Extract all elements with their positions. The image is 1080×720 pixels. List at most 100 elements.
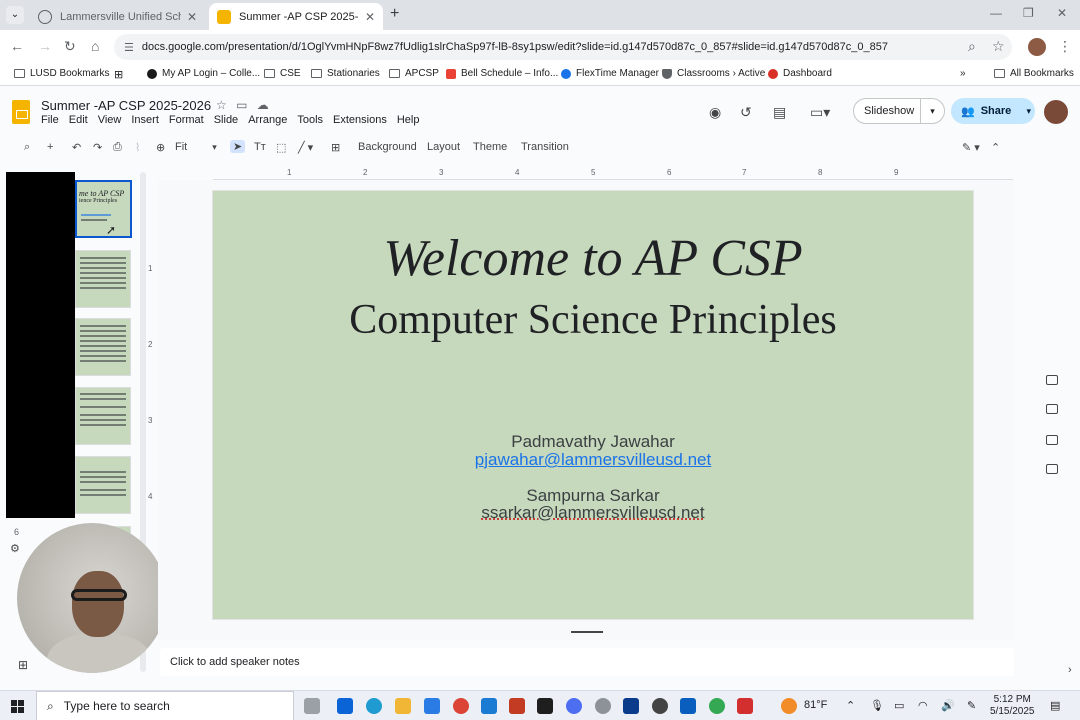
- mail-icon[interactable]: [337, 698, 353, 714]
- drive-folder-icon[interactable]: [1046, 464, 1058, 474]
- transition-button[interactable]: Transition: [521, 141, 569, 153]
- collapse-toolbar-icon[interactable]: ⌃: [991, 141, 1000, 154]
- bookmark-star-icon[interactable]: ☆: [992, 38, 1005, 55]
- forward-icon[interactable]: →: [38, 38, 52, 54]
- meet-icon[interactable]: ▭▾: [810, 104, 830, 121]
- slide-thumbnail-3[interactable]: [75, 318, 131, 376]
- image-icon[interactable]: ⬚: [276, 141, 286, 154]
- menu-tools[interactable]: Tools: [297, 114, 323, 126]
- bookmark-lusd[interactable]: LUSD Bookmarks: [14, 68, 109, 79]
- zoom-icon[interactable]: ⊕: [156, 141, 165, 154]
- bookmark-dashboard[interactable]: Dashboard: [768, 68, 832, 79]
- document-title[interactable]: Summer -AP CSP 2025-2026: [41, 98, 211, 113]
- share-button[interactable]: 👥 Share ▾: [951, 98, 1035, 124]
- menu-extensions[interactable]: Extensions: [333, 114, 387, 126]
- edge-icon[interactable]: [366, 698, 382, 714]
- taskbar-clock[interactable]: 5:12 PM 5/15/2025: [990, 694, 1035, 718]
- undo-icon[interactable]: ↶: [72, 141, 81, 154]
- recorder-icon[interactable]: [652, 698, 668, 714]
- present-mode-icon[interactable]: ◉: [709, 104, 721, 121]
- window-close-icon[interactable]: ✕: [1057, 6, 1067, 20]
- pen-mode-icon[interactable]: ✎ ▾: [962, 141, 980, 154]
- menu-view[interactable]: View: [98, 114, 122, 126]
- volume-icon[interactable]: 🔊: [941, 699, 955, 712]
- bookmark-classrooms[interactable]: Classrooms › Active: [662, 68, 765, 79]
- terminal-icon[interactable]: [537, 698, 553, 714]
- close-tab-icon[interactable]: ✕: [365, 10, 375, 24]
- zoom-select[interactable]: Fit ▾: [175, 141, 217, 153]
- menu-file[interactable]: File: [41, 114, 59, 126]
- tab-lammersville[interactable]: Lammersville Unified School Di ✕: [30, 3, 205, 30]
- weather-icon[interactable]: [781, 698, 797, 714]
- menu-format[interactable]: Format: [169, 114, 204, 126]
- address-bar[interactable]: ☰ docs.google.com/presentation/d/1OglYvm…: [114, 34, 1012, 60]
- theme-button[interactable]: Theme: [473, 141, 507, 153]
- snip-icon[interactable]: [623, 698, 639, 714]
- search-menus-icon[interactable]: ⌕: [24, 141, 30, 154]
- bookmark-stationaries[interactable]: Stationaries: [311, 68, 380, 79]
- bookmark-ap-login[interactable]: My AP Login – Colle...: [147, 68, 260, 79]
- bookmark-cse[interactable]: CSE: [264, 68, 301, 79]
- chrome-profile-icon[interactable]: [709, 698, 725, 714]
- tasks-icon[interactable]: [1046, 404, 1058, 414]
- new-tab-icon[interactable]: +: [390, 5, 399, 23]
- tab-search-icon[interactable]: ⌄: [6, 6, 24, 24]
- apps-grid-icon[interactable]: ⊞: [114, 68, 123, 81]
- keep-icon[interactable]: [1046, 375, 1058, 385]
- select-tool-icon[interactable]: ➤: [230, 140, 246, 153]
- slide-thumbnail-2[interactable]: [75, 250, 131, 308]
- windows-start-icon[interactable]: [11, 700, 24, 713]
- menu-help[interactable]: Help: [397, 114, 420, 126]
- grid-view-icon[interactable]: ⊞: [18, 658, 28, 672]
- tray-overflow-icon[interactable]: ⌃: [846, 699, 855, 712]
- chrome-icon[interactable]: [453, 698, 469, 714]
- menu-insert[interactable]: Insert: [131, 114, 159, 126]
- reload-icon[interactable]: ↻: [64, 38, 76, 55]
- profile-avatar[interactable]: [1028, 38, 1046, 56]
- menu-edit[interactable]: Edit: [69, 114, 88, 126]
- chevron-down-icon[interactable]: ▾: [1026, 106, 1031, 117]
- bookmarks-overflow-icon[interactable]: »: [960, 68, 966, 79]
- instructor-2-email[interactable]: ssarkar@lammersvilleusd.net: [213, 504, 973, 522]
- background-button[interactable]: Background: [358, 141, 417, 153]
- move-folder-icon[interactable]: ▭: [236, 98, 247, 112]
- notifications-icon[interactable]: ▤: [1050, 699, 1060, 712]
- wifi-icon[interactable]: ◠: [918, 699, 928, 712]
- weather-temp[interactable]: 81°F: [804, 699, 827, 711]
- vpn-icon[interactable]: [680, 698, 696, 714]
- comments-icon[interactable]: ▤: [773, 104, 786, 121]
- slide-thumbnail-5[interactable]: [75, 456, 131, 514]
- slide-thumbnail-4[interactable]: [75, 387, 131, 445]
- instructor-1-email[interactable]: pjawahar@lammersvilleusd.net: [213, 451, 973, 469]
- file-explorer-icon[interactable]: [395, 698, 411, 714]
- comment-add-icon[interactable]: ⊞: [331, 141, 340, 154]
- slides-logo-icon[interactable]: [12, 100, 30, 124]
- home-icon[interactable]: ⌂: [91, 38, 99, 54]
- bookmark-flextime[interactable]: FlexTime Manager: [561, 68, 659, 79]
- restore-icon[interactable]: ❐: [1023, 6, 1034, 20]
- microphone-icon[interactable]: 🎙: [870, 699, 884, 712]
- menu-slide[interactable]: Slide: [214, 114, 238, 126]
- layout-button[interactable]: Layout: [427, 141, 460, 153]
- side-panel-toggle-icon[interactable]: ›: [1068, 664, 1072, 676]
- flag-app-icon[interactable]: [509, 698, 525, 714]
- pen-icon[interactable]: ✎: [967, 699, 976, 712]
- settings-wheel-icon[interactable]: [566, 698, 582, 714]
- tab-slides[interactable]: Summer -AP CSP 2025-2026 - G ✕: [209, 3, 383, 30]
- minimize-icon[interactable]: —: [990, 6, 1002, 20]
- slide-thumbnail-1[interactable]: me to AP CSP ience Principles: [75, 180, 132, 238]
- slide-title[interactable]: Welcome to AP CSP: [213, 229, 973, 288]
- version-history-icon[interactable]: ↺: [740, 104, 752, 121]
- print-icon[interactable]: ⎙: [113, 141, 122, 154]
- close-tab-icon[interactable]: ✕: [187, 10, 197, 24]
- battery-icon[interactable]: ▭: [894, 699, 904, 712]
- filmstrip-settings-icon[interactable]: ⚙: [10, 542, 20, 555]
- site-info-icon[interactable]: ☰: [124, 41, 134, 54]
- cloud-saved-icon[interactable]: ☁: [257, 98, 269, 112]
- menu-arrange[interactable]: Arrange: [248, 114, 287, 126]
- bookmark-apcsp[interactable]: APCSP: [389, 68, 439, 79]
- clock-app-icon[interactable]: [595, 698, 611, 714]
- shape-line-icon[interactable]: ╱ ▾: [298, 141, 313, 154]
- star-icon[interactable]: ☆: [216, 98, 227, 112]
- new-slide-icon[interactable]: +: [47, 141, 53, 153]
